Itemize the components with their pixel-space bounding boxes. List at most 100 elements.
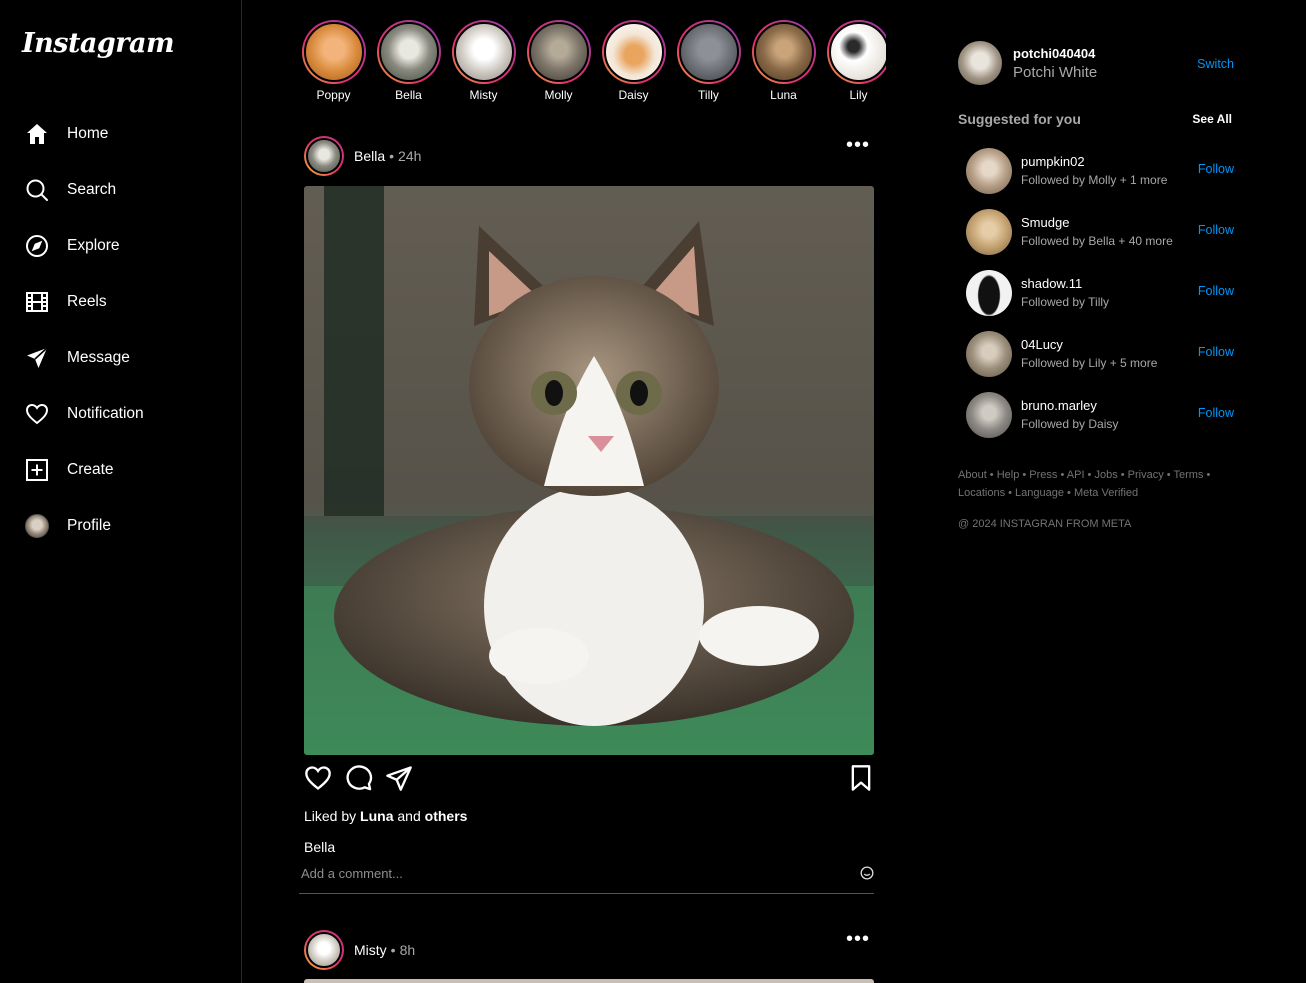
story-item[interactable]: Poppy [296,20,371,110]
suggestion-avatar[interactable] [966,391,1012,438]
follow-button[interactable]: Follow [1198,162,1234,176]
liked-by-others[interactable]: others [425,808,468,824]
emoji-icon[interactable] [860,866,874,885]
app-root: Instagram Home Search Explore Reels Mess… [0,0,1306,983]
bookmark-icon[interactable] [848,764,874,797]
search-icon [24,177,50,203]
suggestion-item: pumpkin02 Followed by Molly + 1 more Foll… [966,140,1236,201]
story-name: Molly [544,88,573,102]
suggestion-item: shadow.11 Followed by Tilly Follow [966,262,1236,323]
nav-message-label: Message [67,349,130,366]
nav-profile-label: Profile [67,517,111,534]
story-avatar [678,22,739,82]
like-heart-icon[interactable] [304,764,332,797]
suggestion-followed-by: Followed by Daisy [1021,417,1119,431]
story-avatar [378,22,439,82]
post-caption: Bella [304,839,336,855]
follow-button[interactable]: Follow [1198,223,1234,237]
more-options-icon[interactable]: ••• [846,929,870,949]
story-item[interactable]: Molly [521,20,596,110]
story-item[interactable]: Lily [821,20,886,110]
suggestion-followed-by: Followed by Lily + 5 more [1021,356,1158,370]
nav-profile[interactable]: Profile [24,498,224,554]
nav-explore-label: Explore [67,237,120,254]
suggestion-avatar[interactable] [966,208,1012,255]
story-name: Luna [770,88,797,102]
post-author-avatar[interactable] [304,930,344,970]
story-avatar [528,22,589,82]
follow-button[interactable]: Follow [1198,284,1234,298]
post-image[interactable] [304,186,874,755]
nav-notification-label: Notification [67,405,144,422]
nav-reels-label: Reels [67,293,107,310]
suggestion-username[interactable]: 04Lucy [1021,337,1157,352]
comment-input[interactable] [301,866,841,881]
current-user-avatar[interactable] [958,41,1002,85]
suggestion-followed-by: Followed by Tilly [1021,295,1110,309]
story-item[interactable]: Daisy [596,20,671,110]
story-item[interactable]: Luna [746,20,821,110]
share-send-icon[interactable] [385,764,413,797]
suggestion-avatar[interactable] [966,269,1012,316]
likes-line: Liked by Luna and others [304,808,467,824]
post-time-separator: • [390,942,396,958]
switch-button[interactable]: Switch [1197,57,1234,71]
heart-icon [24,401,50,427]
sidebar: Instagram Home Search Explore Reels Mess… [0,0,242,983]
post-author-name[interactable]: Misty [354,942,387,958]
story-name: Misty [469,88,498,102]
nav-message[interactable]: Message [24,330,224,386]
follow-button[interactable]: Follow [1198,345,1234,359]
nav-explore[interactable]: Explore [24,218,224,274]
story-avatar [603,22,664,82]
stories-bar: Poppy Bella Misty Molly Daisy Tilly Luna… [296,20,886,110]
story-avatar [453,22,514,82]
suggestion-avatar[interactable] [966,147,1012,194]
story-avatar [303,22,364,82]
send-icon [24,345,50,371]
plus-square-icon [24,457,50,483]
post-header: Bella • 24h ••• [304,135,874,176]
comment-row [299,865,874,894]
post-author-name[interactable]: Bella [354,148,385,164]
story-name: Tilly [698,88,719,102]
story-item[interactable]: Bella [371,20,446,110]
likes-prefix: Liked by [304,808,357,824]
current-user: potchi040404 Potchi White Switch [958,40,1238,86]
story-avatar [753,22,814,82]
more-options-icon[interactable]: ••• [846,135,870,155]
suggestion-followed-by: Followed by Bella + 40 more [1021,234,1173,248]
suggestion-followed-by: Followed by Molly + 1 more [1021,173,1168,187]
suggestion-username[interactable]: pumpkin02 [1021,154,1167,169]
current-user-handle[interactable]: potchi040404 [1013,46,1097,61]
post-time: 24h [398,148,422,164]
suggestion-item: bruno.marley Followed by Daisy Follow [966,384,1236,445]
story-name: Daisy [618,88,649,102]
reels-icon [24,289,50,315]
nav-create[interactable]: Create [24,442,224,498]
suggestion-username[interactable]: shadow.11 [1021,276,1109,291]
liked-by-user[interactable]: Luna [360,808,393,824]
story-item[interactable]: Misty [446,20,521,110]
copyright: @ 2024 INSTAGRAN FROM META [958,518,1132,530]
nav-notification[interactable]: Notification [24,386,224,442]
follow-button[interactable]: Follow [1198,406,1234,420]
suggestion-username[interactable]: Smudge [1021,215,1173,230]
suggestions-title: Suggested for you [958,111,1081,127]
suggestion-username[interactable]: bruno.marley [1021,398,1118,413]
footer-links[interactable]: About • Help • Press • API • Jobs • Priv… [958,466,1228,502]
instagram-logo[interactable]: Instagram [22,28,175,59]
post-time: 8h [399,942,416,958]
comment-bubble-icon[interactable] [345,764,373,797]
see-all-button[interactable]: See All [1192,112,1232,126]
nav-search[interactable]: Search [24,162,224,218]
suggestion-avatar[interactable] [966,330,1012,377]
nav-home[interactable]: Home [24,106,224,162]
post-image[interactable] [304,979,874,983]
nav-reels[interactable]: Reels [24,274,224,330]
story-item[interactable]: Tilly [671,20,746,110]
post-actions [304,764,874,794]
post-author-avatar[interactable] [304,136,344,176]
home-icon [24,121,50,147]
suggestions-header: Suggested for you See All [958,111,1234,129]
